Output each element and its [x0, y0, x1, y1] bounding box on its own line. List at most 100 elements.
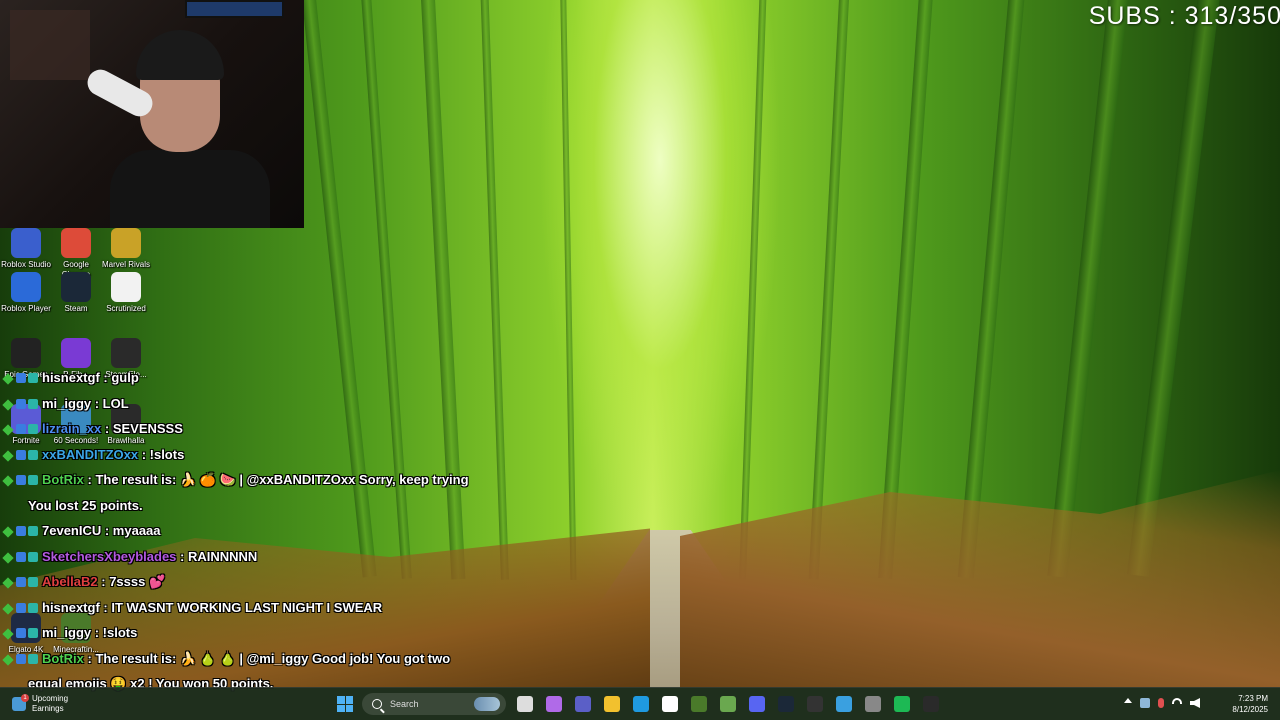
chat-badge-icon [28, 449, 38, 460]
chat-badge-icon [28, 398, 38, 409]
system-tray [1124, 698, 1200, 708]
chat-message: xxBANDITZOxx : !slots [2, 446, 185, 462]
search-highlight-art [474, 697, 500, 711]
epic-games-icon [11, 338, 41, 368]
widget-subtitle: Earnings [32, 704, 64, 713]
streamelements-icon [111, 338, 141, 368]
chat-message: BotRix : The result is: 🍌 🍊 🍉 | @xxBANDI… [2, 472, 469, 488]
chat-message: 7evenICU : myaaaa [2, 523, 161, 538]
discord-icon[interactable] [749, 696, 765, 712]
clock-time: 7:23 PM [1238, 694, 1268, 703]
store-icon[interactable] [662, 696, 678, 712]
taskbar: 1 Upcoming Earnings Search 7:23 PM 8/12/… [0, 687, 1280, 720]
chat-username: BotRix [42, 650, 84, 666]
chat-text: : 7ssss 💕 [97, 574, 166, 589]
chat-text: : IT WASNT WORKING LAST NIGHT I SWEAR [99, 599, 383, 615]
copilot-icon[interactable] [546, 696, 562, 712]
chat-badge-icon [16, 602, 26, 613]
desktop-icon-label: Roblox Player [1, 304, 51, 313]
chat-badge-icon [2, 602, 14, 615]
chat-message: You lost 25 points. [4, 498, 143, 513]
green-app-icon[interactable] [720, 696, 736, 712]
document-icon [111, 272, 141, 302]
desktop-icon[interactable]: Marvel Rivals [100, 228, 152, 270]
chat-username: mi_iggy [42, 625, 92, 640]
chat-message: hisnextgf : IT WASNT WORKING LAST NIGHT … [2, 599, 383, 615]
microphone-icon[interactable] [1158, 698, 1164, 708]
chevron-up-icon[interactable] [1124, 698, 1132, 703]
search-placeholder: Search [390, 699, 419, 709]
widget-title: Upcoming [32, 694, 69, 703]
chat-message: SketchersXbeyblades : RAINNNNN [2, 548, 258, 564]
chat-text: You lost 25 points. [28, 497, 143, 513]
chat-message: AbellaB2 : 7ssss 💕 [2, 574, 166, 590]
chat-username: SketchersXbeyblades [42, 548, 177, 564]
desktop-icon-label: Scrutinized [106, 304, 146, 313]
chat-username: mi_iggy [42, 395, 92, 411]
subs-counter: SUBS : 313/350 [1088, 2, 1280, 30]
desktop-icon-label: Steam [64, 304, 88, 313]
wifi-icon[interactable] [1172, 698, 1182, 704]
chat-text: : RAINNNNN [176, 548, 258, 564]
chat-message: mi_iggy : LOL [2, 395, 129, 411]
chat-badge-icon [16, 424, 26, 434]
chat-badge-icon [28, 577, 38, 587]
taskbar-search[interactable]: Search [362, 693, 506, 715]
minecraft-icon[interactable] [691, 696, 707, 712]
chat-badge-icon [2, 449, 14, 462]
desktop-icon-label: 60 Seconds! [53, 436, 99, 445]
webcam-overlay [0, 0, 304, 228]
chat-text: : gulp [99, 370, 139, 385]
desktop-icon-label: Roblox Studio [1, 260, 51, 269]
chat-badge-icon [28, 653, 38, 664]
roblox-studio-icon [11, 228, 41, 258]
desktop-icon[interactable]: Scrutinized [100, 272, 152, 314]
chat-badge-icon [2, 551, 14, 564]
chat-message: BotRix : The result is: 🍌 🍐 🍐 | @mi_iggy… [2, 650, 451, 667]
chat-username: AbellaB2 [42, 574, 98, 589]
chat-text: : !slots [138, 446, 185, 462]
chat-badge-icon [28, 424, 38, 434]
chat-username: hisnextgf [42, 599, 100, 615]
settings-icon[interactable] [865, 696, 881, 712]
chat-message: hisnextgf : gulp [2, 370, 139, 385]
photos-icon[interactable] [836, 696, 852, 712]
start-button[interactable] [337, 696, 353, 712]
chat-username: BotRix [42, 472, 84, 487]
weather-widget[interactable]: 1 Upcoming Earnings [12, 694, 68, 714]
chat-badge-icon [16, 653, 26, 664]
chat-badge-icon [16, 475, 26, 485]
chat-badge-icon [16, 449, 26, 460]
chat-badge-icon [16, 551, 26, 562]
steam-icon[interactable] [778, 696, 794, 712]
chat-badge-icon [28, 602, 38, 613]
obs-icon[interactable] [807, 696, 823, 712]
desktop-icon-label: Brawlhalla [107, 436, 145, 445]
chat-badge-icon [16, 398, 26, 409]
chat-badge-icon [2, 398, 14, 411]
chat-username: lizrain_xx [42, 421, 102, 436]
file-explorer-icon[interactable] [604, 696, 620, 712]
desktop-icon[interactable]: Roblox Player [0, 272, 52, 314]
edge-icon[interactable] [633, 696, 649, 712]
task-view-icon[interactable] [517, 696, 533, 712]
taskbar-clock[interactable]: 7:23 PM 8/12/2025 [1232, 693, 1268, 715]
spotify-icon[interactable] [894, 696, 910, 712]
volume-icon[interactable] [1190, 698, 1200, 708]
chat-badge-icon [16, 526, 26, 536]
steam-icon [61, 272, 91, 302]
chat-badge-icon [2, 653, 14, 666]
elgato-4k-icon[interactable] [923, 696, 939, 712]
chat-message: lizrain_xx : SEVENSSS [2, 421, 183, 436]
chat-badge-icon [2, 628, 14, 640]
marvel-rivals-icon [111, 228, 141, 258]
teams-icon[interactable] [575, 696, 591, 712]
chat-badge-icon [16, 628, 26, 638]
chat-username: 7evenICU [42, 523, 102, 538]
desktop-icon[interactable]: Steam [50, 272, 102, 314]
desktop-icon[interactable]: Roblox Studio [0, 228, 52, 270]
chat-badge-icon [2, 475, 14, 487]
network-icon[interactable] [1140, 698, 1150, 708]
chat-username: hisnextgf [42, 370, 100, 385]
chat-text: : The result is: 🍌 🍐 🍐 | @mi_iggy Good j… [83, 650, 451, 666]
